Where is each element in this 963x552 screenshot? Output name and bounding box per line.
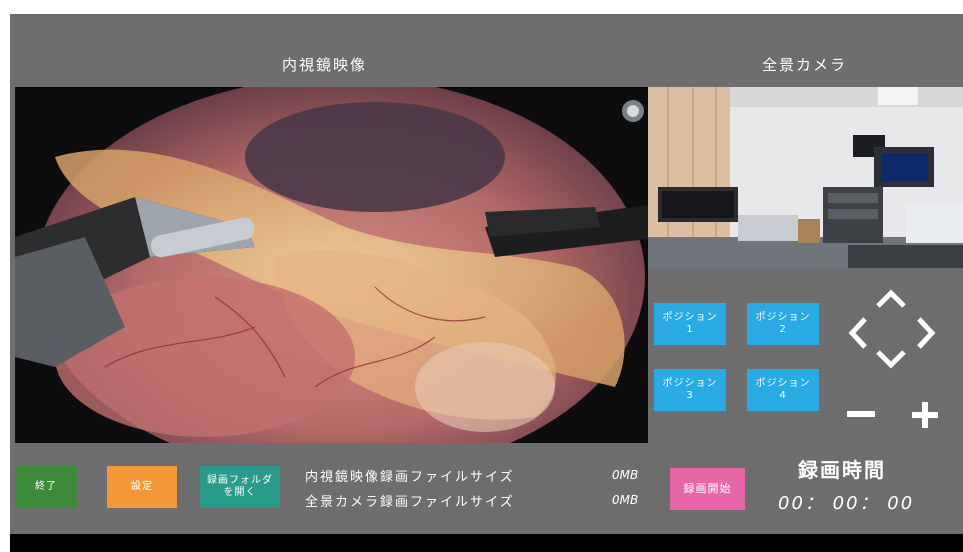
panorama-file-size-label: 全景カメラ録画ファイルサイズ xyxy=(305,495,515,510)
zoom-in-button[interactable] xyxy=(909,399,941,431)
position-3-label: ポジション 3 xyxy=(662,378,718,401)
panorama-camera-title: 全景カメラ xyxy=(762,56,848,74)
open-record-folder-label: 録画フォルダ を開く xyxy=(207,475,273,498)
panorama-camera-video xyxy=(648,87,963,268)
panorama-file-size-value: 0MB xyxy=(612,493,639,507)
settings-button[interactable]: 設定 xyxy=(107,466,177,508)
position-2-button[interactable]: ポジション 2 xyxy=(747,303,819,345)
pan-left-button[interactable] xyxy=(846,315,870,351)
record-start-button[interactable]: 録画開始 xyxy=(670,468,745,510)
settings-label: 設定 xyxy=(131,481,153,492)
position-4-label: ポジション 4 xyxy=(755,378,811,401)
pan-down-button[interactable] xyxy=(874,348,908,370)
pan-right-button[interactable] xyxy=(914,315,938,351)
chevron-down-icon xyxy=(876,350,906,369)
endoscope-view-title: 内視鏡映像 xyxy=(282,56,368,74)
plus-icon xyxy=(912,402,938,428)
position-2-label: ポジション 2 xyxy=(755,312,811,335)
exit-button[interactable]: 終了 xyxy=(15,466,77,508)
open-record-folder-button[interactable]: 録画フォルダ を開く xyxy=(200,466,280,508)
zoom-out-button[interactable] xyxy=(844,402,878,426)
record-start-label: 録画開始 xyxy=(683,482,732,495)
position-3-button[interactable]: ポジション 3 xyxy=(654,369,726,411)
recording-time-title: 録画時間 xyxy=(798,458,886,482)
app-window: 内視鏡映像 全景カメラ ポジション 1 ポジション 2 ポジション 3 ポジショ… xyxy=(10,14,963,552)
exit-label: 終了 xyxy=(35,481,57,492)
recording-time-value: 00： 00： 00 xyxy=(778,493,915,514)
position-1-label: ポジション 1 xyxy=(662,312,718,335)
endoscope-video xyxy=(15,87,648,443)
pan-up-button[interactable] xyxy=(874,288,908,310)
chevron-up-icon xyxy=(876,289,906,308)
position-4-button[interactable]: ポジション 4 xyxy=(747,369,819,411)
chevron-left-icon xyxy=(848,317,867,349)
position-1-button[interactable]: ポジション 1 xyxy=(654,303,726,345)
endoscope-file-size-value: 0MB xyxy=(612,468,639,482)
chevron-right-icon xyxy=(917,317,936,349)
endoscope-file-size-label: 内視鏡映像録画ファイルサイズ xyxy=(305,470,515,485)
bottom-bar xyxy=(10,534,963,552)
